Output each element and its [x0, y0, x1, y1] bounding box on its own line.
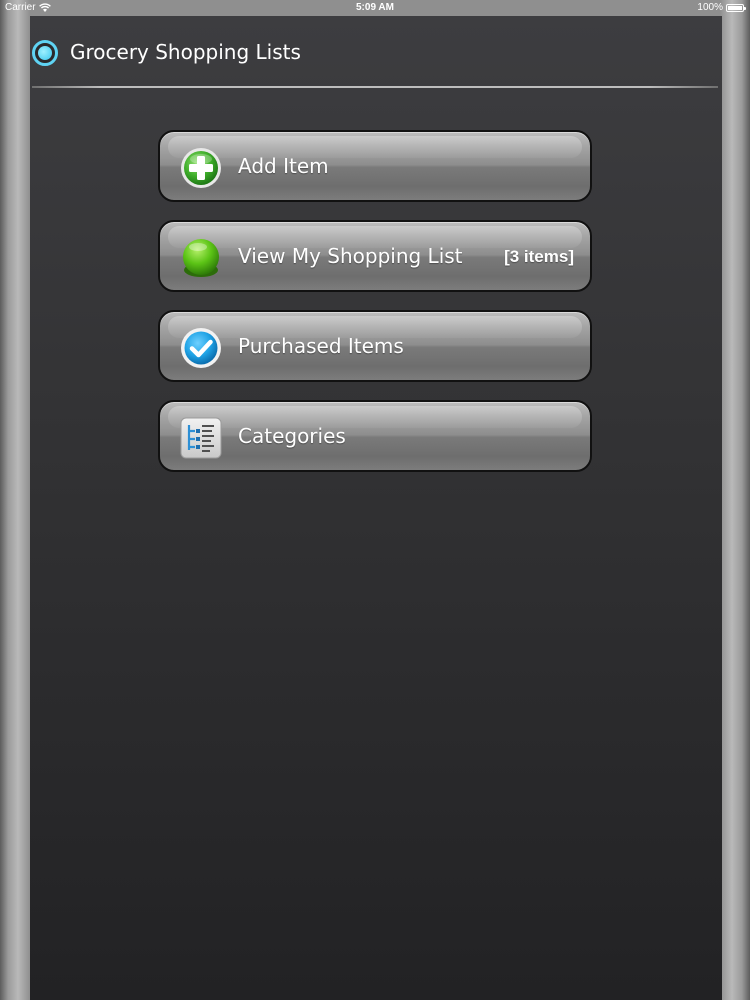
green-ball-icon — [183, 239, 219, 277]
view-shopping-list-label: View My Shopping List — [238, 244, 463, 268]
checkmark-icon — [181, 328, 221, 368]
header-divider — [32, 86, 718, 88]
battery-percent: 100% — [697, 2, 723, 13]
header: Grocery Shopping Lists — [30, 16, 722, 88]
add-item-label: Add Item — [238, 154, 329, 178]
categories-button[interactable]: Categories — [158, 400, 592, 472]
add-item-button[interactable]: Add Item — [158, 130, 592, 202]
categories-tree-icon — [180, 417, 222, 459]
view-shopping-list-button[interactable]: View My Shopping List [3 items] — [158, 220, 592, 292]
purchased-items-button[interactable]: Purchased Items — [158, 310, 592, 382]
status-right: 100% — [697, 0, 746, 16]
main-menu: Add Item View My Shopping List [3 items] — [158, 130, 592, 490]
categories-label: Categories — [238, 424, 346, 448]
item-count-badge: [3 items] — [504, 247, 574, 266]
main-panel: Grocery Shopping Lists Add Item View My … — [30, 16, 722, 1000]
purchased-items-label: Purchased Items — [238, 334, 404, 358]
add-plus-icon — [181, 148, 221, 188]
app-ring-icon — [32, 40, 58, 66]
status-bar: Carrier 5:09 AM 100% — [0, 0, 750, 16]
status-time: 5:09 AM — [356, 2, 394, 13]
page-title: Grocery Shopping Lists — [70, 40, 301, 64]
battery-icon — [726, 4, 746, 12]
